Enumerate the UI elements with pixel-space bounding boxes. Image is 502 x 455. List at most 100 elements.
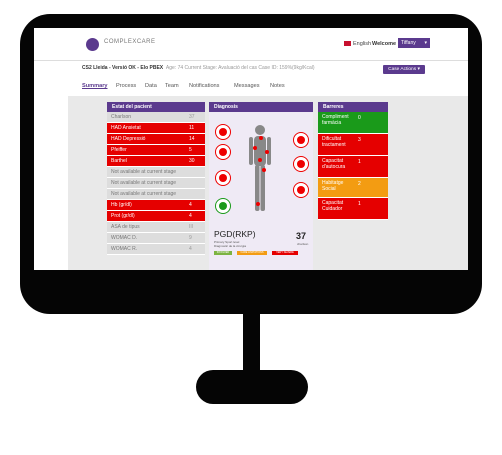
barrier-row: Capacitat d'autocura 1 bbox=[318, 156, 388, 178]
patient-row: HAD Ansietat 11 bbox=[107, 123, 205, 134]
tab-team[interactable]: Team bbox=[165, 83, 179, 89]
patient-row-value: 4 bbox=[189, 202, 192, 208]
patient-row-label: Barthel bbox=[111, 158, 127, 164]
case-title: CS2 Lleida - Versió OK - Elo PBEX Age: 7… bbox=[82, 65, 315, 71]
diagnosis-body: PGD(RKP) Primary Sport level Diagnostic d… bbox=[209, 112, 313, 270]
patient-row-label: Pfeiffer bbox=[111, 147, 127, 153]
panel-title: Barreres bbox=[318, 102, 388, 112]
case-actions-button[interactable]: Case Actions ▾ bbox=[383, 65, 425, 74]
marker-dot bbox=[253, 146, 257, 150]
pgd-sub2: Diagnostic de la cirurgia bbox=[214, 244, 247, 248]
patient-row-value: 5 bbox=[189, 147, 192, 153]
pgd-label: PGD(RKP) bbox=[214, 229, 256, 239]
barrier-row: Capacitat Cuidador 1 bbox=[318, 198, 388, 220]
patient-row-value: 11 bbox=[189, 125, 195, 131]
language-label: English bbox=[353, 41, 372, 47]
tab-messages[interactable]: Messages bbox=[234, 83, 260, 89]
patient-row: Not available at current stage bbox=[107, 167, 205, 178]
tab-notifications[interactable]: Notifications bbox=[189, 83, 219, 89]
case-actions-label: Case Actions bbox=[388, 67, 417, 72]
panel-title: Estat del pacient bbox=[107, 102, 205, 112]
patient-row-value: III bbox=[189, 224, 194, 230]
barrier-row: Compliment farmàcia 0 bbox=[318, 112, 388, 134]
logo-icon bbox=[86, 38, 99, 51]
bone-icon bbox=[293, 182, 309, 198]
patient-row: Charlson 37 bbox=[107, 112, 205, 123]
heart-icon bbox=[293, 132, 309, 148]
pgd-subtitle: Primary Sport level Diagnostic de la ciru… bbox=[214, 240, 246, 248]
barrier-row-label: Capacitat Cuidador bbox=[322, 200, 344, 212]
marker-dot bbox=[259, 136, 263, 140]
logo-text: COMPLEXCARE bbox=[104, 39, 156, 45]
patient-row-value: 14 bbox=[189, 136, 195, 142]
summary-content: Estat del pacient Charlson 37 HAD Ansietat… bbox=[68, 96, 468, 270]
barriers-panel: Barreres Compliment farmàcia 0 Dificultat … bbox=[318, 102, 388, 220]
user-menu-button[interactable]: Tiffany ▾ bbox=[398, 38, 430, 48]
patient-row: WOMAC R. 4 bbox=[107, 244, 205, 255]
panel-title: Diagnosis bbox=[209, 102, 313, 112]
patient-row-label: Hb (gr/dl) bbox=[111, 202, 132, 208]
tab-bar: Summary Process Data Team Notifications … bbox=[82, 80, 442, 97]
patient-row-label: Charlson bbox=[111, 114, 132, 120]
legend-very-severe: VERY SEVERE bbox=[272, 251, 298, 255]
barrier-row: Dificultat tractament 3 bbox=[318, 134, 388, 156]
patient-row-label: HAD Ansietat bbox=[111, 125, 141, 131]
patient-row-value: 30 bbox=[189, 158, 195, 164]
patient-row-label: Not available at current stage bbox=[111, 191, 177, 197]
patient-row-label: ASA de tipus bbox=[111, 224, 140, 230]
patient-row-label: WOMAC D. bbox=[111, 235, 138, 241]
marker-dot bbox=[262, 168, 266, 172]
tab-data[interactable]: Data bbox=[145, 83, 157, 89]
language-selector[interactable]: English bbox=[344, 41, 371, 47]
case-meta: Age: 74 Current Stage: Avaluació del cas… bbox=[165, 65, 315, 71]
top-bar: COMPLEXCARE English Welcome Tiffany ▾ bbox=[34, 28, 468, 61]
patient-row: ASA de tipus III bbox=[107, 222, 205, 233]
joint-icon bbox=[215, 198, 231, 214]
user-name: Tiffany bbox=[401, 40, 416, 46]
patient-row: Pfeiffer 5 bbox=[107, 145, 205, 156]
marker-dot bbox=[258, 158, 262, 162]
tab-process[interactable]: Process bbox=[116, 83, 136, 89]
patient-row-value bbox=[187, 178, 205, 188]
caret-down-icon: ▾ bbox=[424, 40, 427, 46]
liver-icon bbox=[215, 170, 231, 186]
patient-row-label: Not available at current stage bbox=[111, 169, 177, 175]
patient-state-panel: Estat del pacient Charlson 37 HAD Ansietat… bbox=[107, 102, 205, 255]
patient-row-label: WOMAC R. bbox=[111, 246, 138, 252]
barrier-row-value: 1 bbox=[358, 159, 361, 165]
welcome-label: Welcome bbox=[372, 41, 397, 47]
patient-row-value: 4 bbox=[189, 213, 192, 219]
barrier-row: Habitatge Social 2 bbox=[318, 178, 388, 198]
barrier-row-label: Capacitat d'autocura bbox=[322, 158, 346, 170]
tab-summary[interactable]: Summary bbox=[82, 83, 108, 89]
barrier-row-value: 0 bbox=[358, 115, 361, 121]
charlson-count: 37 bbox=[296, 231, 307, 241]
patient-row: Hb (gr/dl) 4 bbox=[107, 200, 205, 211]
monitor-stand bbox=[196, 370, 308, 404]
tab-notes[interactable]: Notes bbox=[270, 83, 285, 89]
patient-row-value bbox=[187, 167, 205, 177]
barrier-row-label: Dificultat tractament bbox=[322, 136, 346, 148]
case-name: CS2 Lleida - Versió OK - Elo PBEX bbox=[82, 65, 164, 71]
patient-row-label: Not available at current stage bbox=[111, 180, 177, 186]
patient-row: Barthel 30 bbox=[107, 156, 205, 167]
legend-involved: INVOLVED bbox=[214, 251, 232, 255]
barrier-row-value: 1 bbox=[358, 201, 361, 207]
patient-row-label: Prot (gr/dl) bbox=[111, 213, 135, 219]
patient-row: HAD Depressió 14 bbox=[107, 134, 205, 145]
marker-dot bbox=[256, 202, 260, 206]
legend-care-limitations: CARE LIMITATIONS bbox=[237, 251, 267, 255]
patient-row-value bbox=[187, 189, 205, 199]
patient-row: Prot (gr/dl) 4 bbox=[107, 211, 205, 222]
barrier-row-label: Compliment farmàcia bbox=[322, 114, 349, 126]
flag-icon bbox=[344, 41, 351, 47]
kidney-icon bbox=[293, 156, 309, 172]
patient-row: WOMAC D. 9 bbox=[107, 233, 205, 244]
monitor-screen: COMPLEXCARE English Welcome Tiffany ▾ CS2… bbox=[34, 28, 468, 270]
patient-row: Not available at current stage bbox=[107, 189, 205, 200]
patient-row-value: 37 bbox=[189, 114, 195, 120]
patient-row-label: HAD Depressió bbox=[111, 136, 146, 142]
barrier-row-value: 3 bbox=[358, 137, 361, 143]
patient-rows: Charlson 37 HAD Ansietat 11 HAD Depressió 14 P… bbox=[107, 112, 205, 255]
case-bar: CS2 Lleida - Versió OK - Elo PBEX Age: 7… bbox=[34, 61, 468, 77]
